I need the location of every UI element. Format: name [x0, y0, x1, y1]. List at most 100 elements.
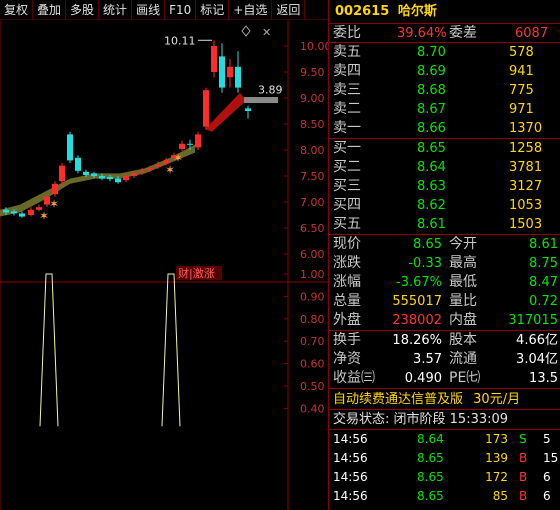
draw-line-button[interactable]: 画线 — [132, 0, 166, 20]
bid-row[interactable]: 买四 8.62 1053 — [329, 196, 560, 215]
stat-label: 涨幅 — [333, 274, 361, 290]
level-volume: 1503 — [509, 217, 543, 232]
candle-down — [245, 108, 251, 111]
close-icon: ✕ — [262, 26, 271, 39]
stat-value: 8.47 — [529, 275, 558, 290]
stat-value: 8.65 — [413, 237, 442, 252]
price-axis-label: 8.50 — [300, 118, 325, 131]
candle-up — [195, 134, 201, 148]
diamond-icon — [241, 25, 251, 37]
ask-row[interactable]: 卖一 8.66 1370 — [329, 119, 560, 138]
ask-row[interactable]: 卖四 8.69 941 — [329, 62, 560, 81]
ratio-value: 39.64% — [397, 26, 447, 41]
bid-row[interactable]: 买二 8.64 3781 — [329, 158, 560, 177]
ad-text: 自动续费通达信普及版 — [333, 392, 464, 407]
add-watchlist-button[interactable]: +自选 — [229, 0, 273, 20]
stat-value: 555017 — [392, 294, 442, 309]
tick-count: 5 — [543, 432, 551, 446]
ask-list: 卖五 8.70 578 卖四 8.69 941 卖三 8.68 775 卖二 8.67 971 卖一 8.… — [329, 43, 560, 139]
stat-row: 现价 8.65 今开 8.61 — [329, 235, 560, 254]
stat-label: 现价 — [333, 236, 361, 252]
tick-time: 14:56 — [333, 432, 368, 446]
fund-value: 0.490 — [404, 371, 442, 386]
stat-label: 外盘 — [333, 312, 361, 328]
tick-volume: 172 — [485, 470, 508, 484]
kline-chart[interactable]: 10.00 9.50 9.00 8.50 8.00 7.50 7.00 6.50 6.00 1.0… — [0, 20, 332, 510]
fund-value: 18.26% — [392, 333, 442, 348]
tick-time: 14:56 — [333, 451, 368, 465]
buy-signal-icon: ✶ — [173, 151, 183, 165]
buy-signal-icon: ✶ — [49, 197, 59, 211]
overlay-button[interactable]: 叠加 — [33, 0, 67, 20]
chart-toolbar: 复权 叠加 多股 统计 画线 F10 标记 +自选 返回 — [0, 0, 328, 20]
statistics-button[interactable]: 统计 — [99, 0, 133, 20]
candle-up — [227, 66, 233, 78]
tick-count: 6 — [543, 470, 551, 484]
level-label: 买四 — [333, 197, 361, 213]
candle-down — [115, 178, 121, 183]
price-stats: 现价 8.65 今开 8.61 涨跌 -0.33 最高 8.75 涨幅 -3.67% 最低 8.47 总… — [329, 235, 560, 331]
level-label: 卖一 — [333, 120, 361, 136]
tick-side: B — [519, 451, 528, 465]
tick-price: 8.65 — [417, 451, 444, 465]
level-price: 8.62 — [417, 198, 446, 213]
ratio-label: 委比 — [333, 25, 361, 41]
tick-row: 14:56 8.64 173 S 5 — [329, 430, 560, 449]
fund-label: 收益㈢ — [333, 370, 375, 386]
level-label: 买二 — [333, 159, 361, 175]
bid-row[interactable]: 买五 8.61 1503 — [329, 215, 560, 234]
candle-down — [67, 134, 73, 161]
candle-up — [211, 46, 217, 72]
fund-label: 换手 — [333, 332, 361, 348]
bid-row[interactable]: 买三 8.63 3127 — [329, 177, 560, 196]
level-volume: 1053 — [509, 198, 543, 213]
ask-row[interactable]: 卖三 8.68 775 — [329, 81, 560, 100]
bid-row[interactable]: 买一 8.65 1258 — [329, 139, 560, 158]
level-price: 8.70 — [417, 45, 446, 60]
stat-value: -3.67% — [396, 275, 442, 290]
candle-down — [187, 143, 193, 145]
tick-row: 14:56 8.65 172 B 6 — [329, 468, 560, 487]
buy-signal-icon: ✶ — [165, 163, 175, 177]
price-axis-label: 7.50 — [300, 170, 325, 183]
restore-right-button[interactable]: 复权 — [0, 0, 34, 20]
level-volume: 3127 — [509, 179, 543, 194]
level-label: 卖二 — [333, 101, 361, 117]
ask-row[interactable]: 卖五 8.70 578 — [329, 43, 560, 62]
candle-up — [131, 173, 137, 176]
chart-area[interactable]: 10.00 9.50 9.00 8.50 8.00 7.50 7.00 6.50 6.00 1.0… — [0, 20, 332, 510]
f10-button[interactable]: F10 — [165, 0, 197, 20]
stat-value: 317015 — [508, 313, 558, 328]
stat-row: 外盘 238002 内盘 317015 — [329, 311, 560, 330]
order-ratio-row: 委比 39.64% 委差 6087 — [329, 24, 560, 43]
ask-row[interactable]: 卖二 8.67 971 — [329, 100, 560, 119]
tick-volume: 173 — [485, 432, 508, 446]
tick-row: 14:56 8.65 139 B 15 — [329, 449, 560, 468]
level-price: 8.63 — [417, 179, 446, 194]
mark-button[interactable]: 标记 — [196, 0, 230, 20]
diff-label: 委差 — [449, 25, 477, 41]
fund-label: 股本 — [449, 332, 477, 348]
stat-row: 涨幅 -3.67% 最低 8.47 — [329, 273, 560, 292]
candle-down — [11, 211, 17, 214]
price-axis-label: 6.00 — [300, 248, 325, 261]
ad-price: 30元/月 — [473, 392, 521, 407]
fund-value: 13.5 — [529, 371, 558, 386]
trend-wedge — [205, 92, 246, 132]
candle-down — [3, 209, 9, 213]
level-volume: 775 — [509, 83, 534, 98]
subscription-ad[interactable]: 自动续费通达信普及版 30元/月 — [329, 389, 560, 410]
back-button[interactable]: 返回 — [272, 0, 306, 20]
stat-label: 今开 — [449, 236, 477, 252]
tick-volume: 139 — [485, 451, 508, 465]
fund-value: 3.04亿 — [516, 352, 558, 367]
level-price: 8.67 — [417, 102, 446, 117]
price-tag-bar — [244, 97, 278, 104]
tick-list: 14:56 8.64 173 S 5 14:56 8.65 139 B 15 14:56 8.65 17… — [329, 430, 560, 506]
level-price: 8.69 — [417, 64, 446, 79]
level-label: 卖三 — [333, 82, 361, 98]
stat-row: 涨跌 -0.33 最高 8.75 — [329, 254, 560, 273]
indicator-axis-label: 0.90 — [300, 290, 325, 303]
multi-stock-button[interactable]: 多股 — [66, 0, 100, 20]
candle-up — [155, 164, 161, 167]
